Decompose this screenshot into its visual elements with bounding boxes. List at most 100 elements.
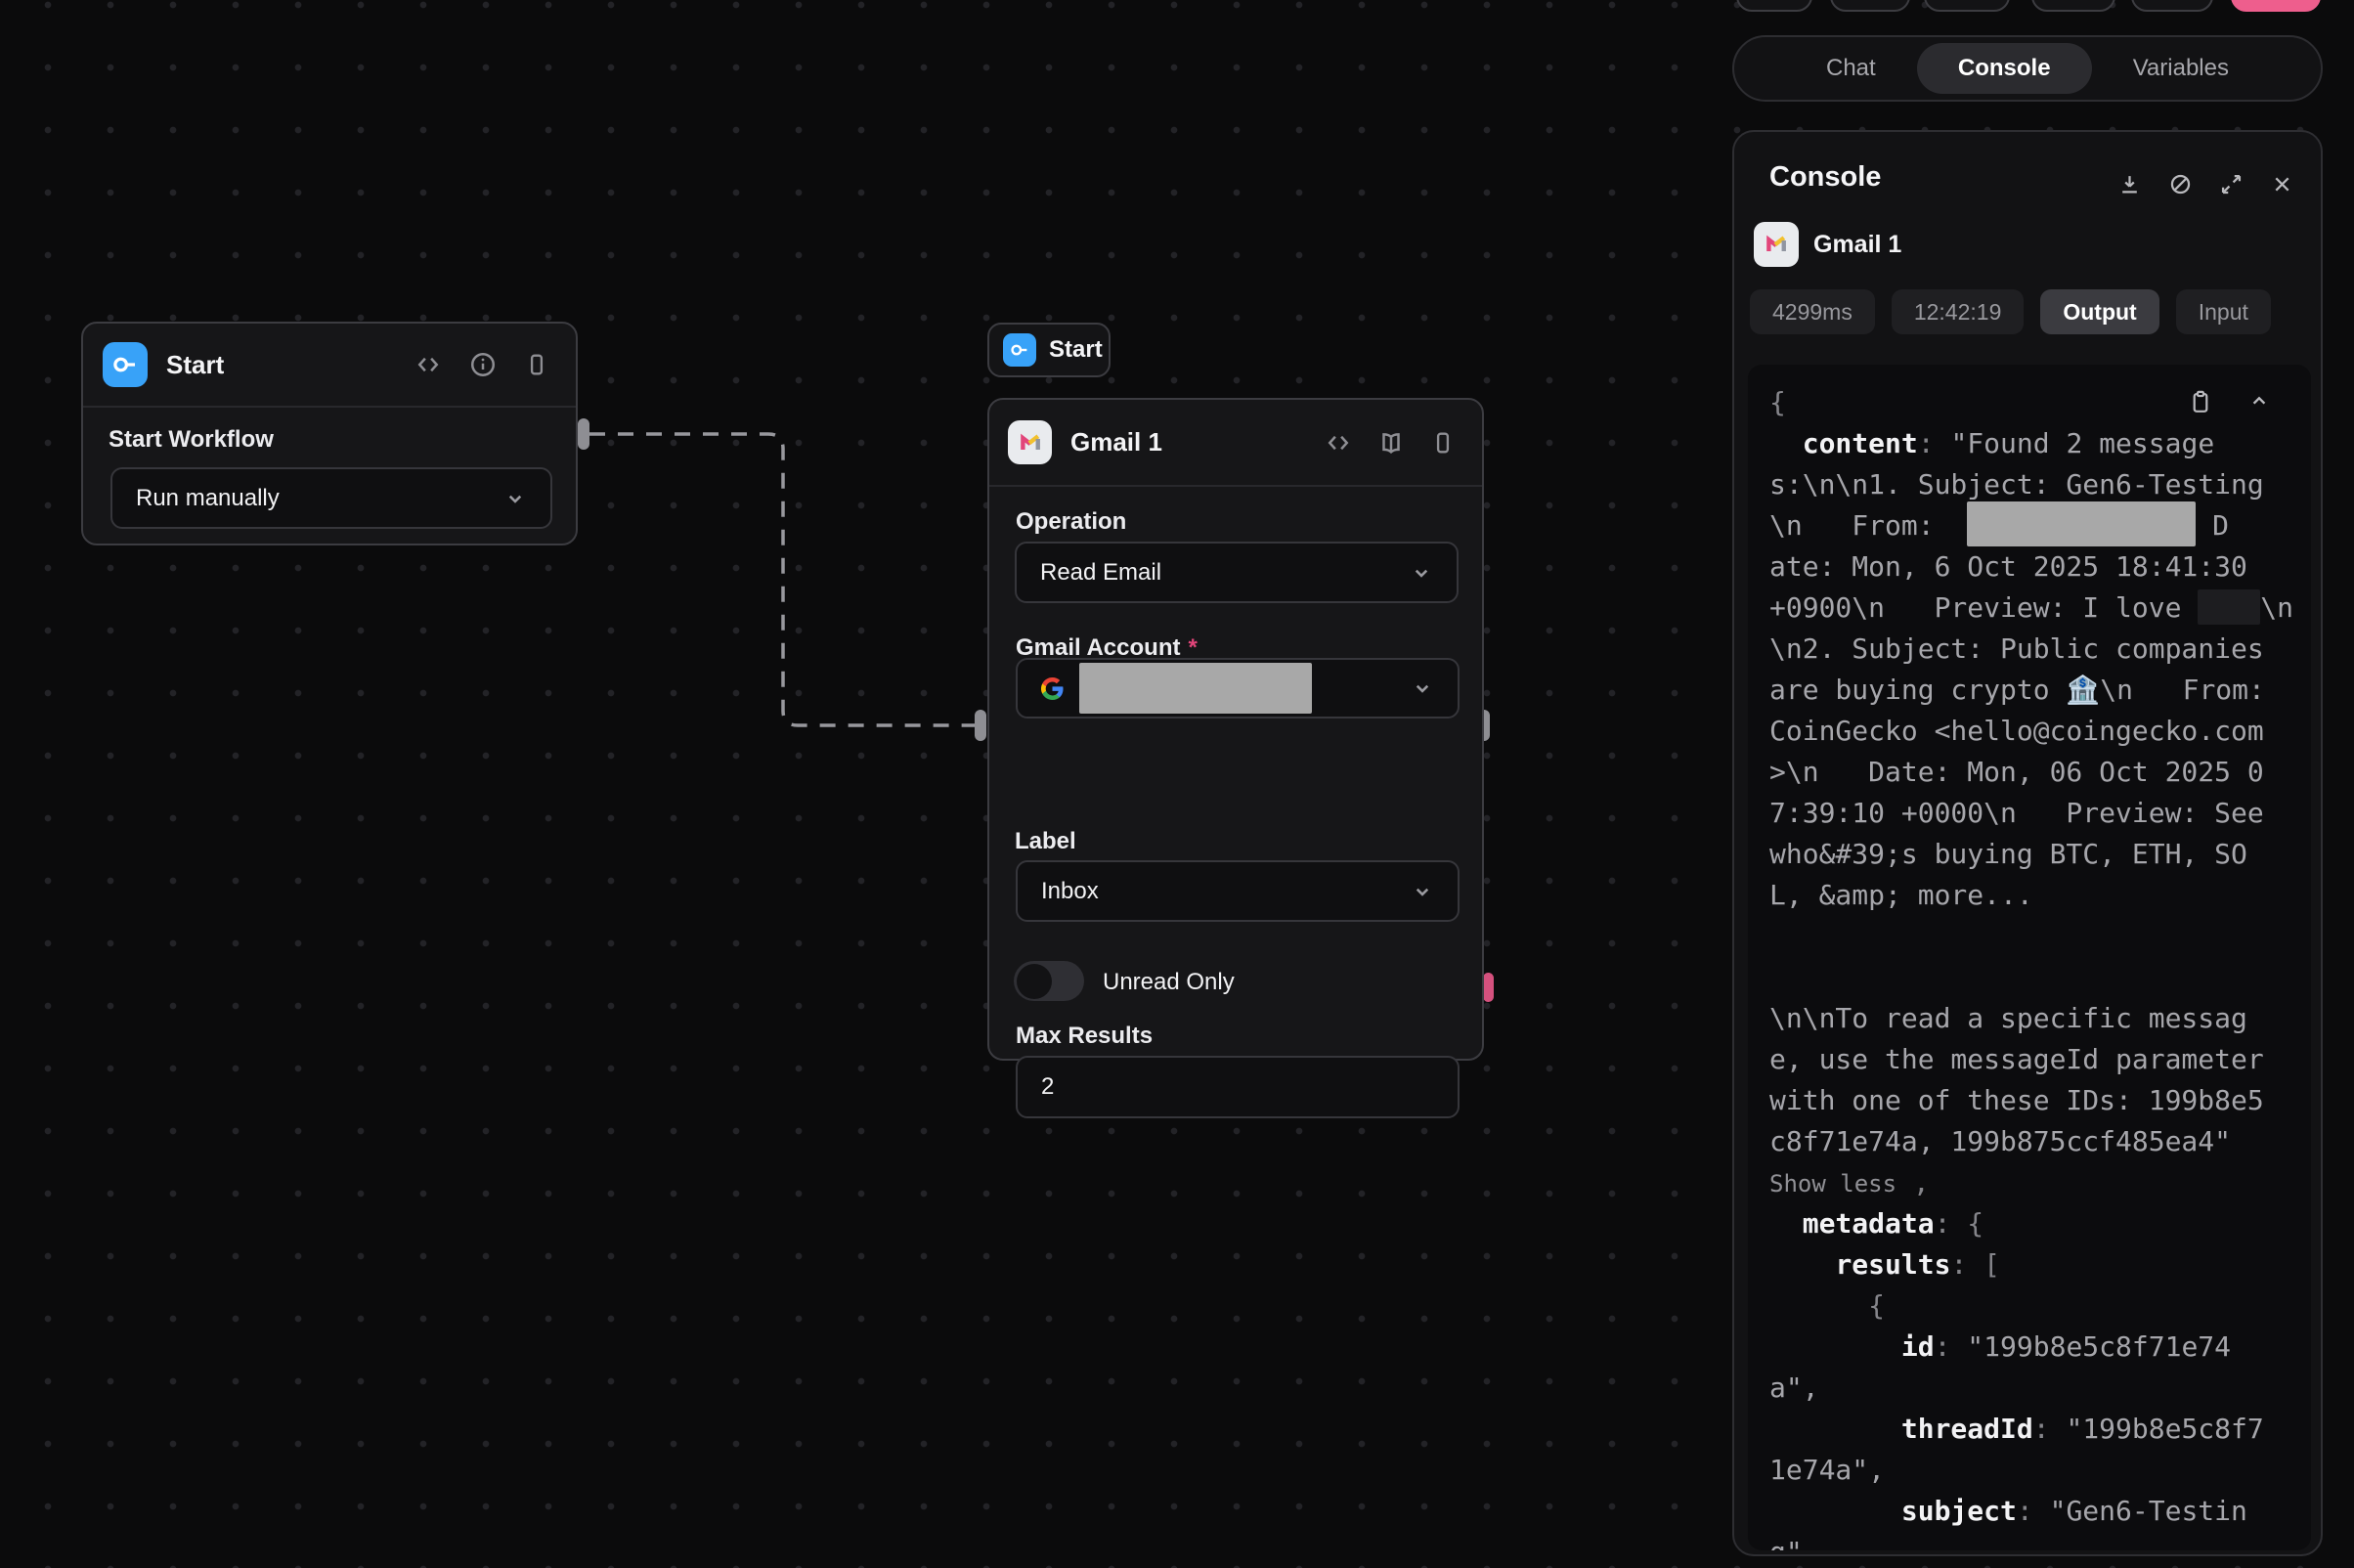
redaction-box-light <box>1967 501 2196 546</box>
console-json-line: \n From: D <box>1769 505 2303 546</box>
console-json-line: who&#39;s buying BTC, ETH, SO <box>1769 834 2303 875</box>
toggle-knob <box>1017 964 1052 999</box>
console-json-line: L, &amp; more... <box>1769 875 2303 916</box>
console-json-line: e, use the messageId parameter <box>1769 1039 2303 1080</box>
toolbar-button-3[interactable] <box>1924 0 2010 12</box>
console-json-line <box>1769 957 2303 998</box>
console-json-line: Show less , <box>1769 1162 2303 1203</box>
console-json-line: subject: "Gen6-Testin <box>1769 1491 2303 1532</box>
gmail-account-select[interactable] <box>1016 658 1460 719</box>
output-tab[interactable]: Output <box>2040 289 2158 334</box>
tab-chat[interactable]: Chat <box>1785 43 1917 94</box>
gmail-node-title: Gmail 1 <box>1070 427 1162 457</box>
chevron-down-icon <box>1408 559 1435 587</box>
toolbar-button-1[interactable] <box>1736 0 1812 12</box>
expand-icon[interactable] <box>2218 171 2245 197</box>
collapse-chevron-up-icon[interactable] <box>2246 388 2272 415</box>
console-output-block[interactable]: { content: "Found 2 messages:\n\n1. Subj… <box>1748 365 2311 1550</box>
gmail-node-input-handle[interactable] <box>975 710 986 741</box>
console-json-line: are buying crypto 🏦\n From: <box>1769 670 2303 711</box>
tab-variables[interactable]: Variables <box>2092 43 2270 94</box>
start-node-title: Start <box>166 350 224 380</box>
toolbar-button-4[interactable] <box>2031 0 2115 12</box>
phone-icon[interactable] <box>1429 429 1457 457</box>
operation-select[interactable]: Read Email <box>1015 542 1459 603</box>
info-icon[interactable] <box>468 350 498 379</box>
console-json-line: \n2. Subject: Public companies <box>1769 629 2303 670</box>
unread-only-toggle[interactable] <box>1014 961 1084 1001</box>
start-chip-icon <box>1003 333 1036 367</box>
google-logo-icon <box>1041 677 1064 700</box>
duration-badge: 4299ms <box>1750 289 1875 334</box>
toolbar-button-pink[interactable] <box>2231 0 2321 12</box>
console-node-row: Gmail 1 <box>1754 222 1901 267</box>
timestamp-badge: 12:42:19 <box>1892 289 2025 334</box>
console-node-name: Gmail 1 <box>1813 231 1901 259</box>
toolbar-button-2[interactable] <box>1830 0 1910 12</box>
start-workflow-select[interactable]: Run manually <box>110 467 552 529</box>
operation-select-value: Read Email <box>1040 559 1161 587</box>
clear-ban-icon[interactable] <box>2167 171 2194 197</box>
console-json-line: >\n Date: Mon, 06 Oct 2025 0 <box>1769 752 2303 793</box>
console-json-line: metadata: { <box>1769 1203 2303 1244</box>
download-icon[interactable] <box>2116 171 2143 197</box>
docs-book-icon[interactable] <box>1376 428 1406 457</box>
redaction-box-dark <box>2198 589 2260 625</box>
console-json-line: CoinGecko <hello@coingecko.com <box>1769 711 2303 752</box>
console-json-line: results: [ <box>1769 1244 2303 1285</box>
start-node-icon <box>103 342 148 387</box>
gmail-node-header: Gmail 1 <box>989 400 1482 487</box>
max-results-value: 2 <box>1041 1073 1054 1101</box>
gmail-account-redacted-value <box>1079 663 1312 714</box>
console-json-output: { content: "Found 2 messages:\n\n1. Subj… <box>1769 382 2303 1550</box>
label-select-value: Inbox <box>1041 878 1099 905</box>
console-json-line: c8f71e74a, 199b875ccf485ea4" <box>1769 1121 2303 1162</box>
console-json-line: s:\n\n1. Subject: Gen6-Testing <box>1769 464 2303 505</box>
start-workflow-select-value: Run manually <box>136 485 280 512</box>
gmail-node-pink-handle[interactable] <box>1483 973 1494 1002</box>
console-json-line: 7:39:10 +0000\n Preview: See <box>1769 793 2303 834</box>
show-less-link[interactable]: Show less <box>1769 1170 1896 1198</box>
console-json-line: ate: Mon, 6 Oct 2025 18:41:30 <box>1769 546 2303 588</box>
chevron-down-icon <box>501 485 529 512</box>
chevron-down-icon <box>1409 878 1436 905</box>
start-node[interactable]: Start Start Workflow Run manually <box>81 322 578 545</box>
gmail-node[interactable]: Gmail 1 Operation Read Email <box>987 398 1484 1061</box>
close-icon[interactable] <box>2269 171 2295 197</box>
label-label: Label <box>1015 828 1076 855</box>
workflow-canvas[interactable]: Start Start Workflow Run manually <box>0 0 2354 1568</box>
max-results-input[interactable]: 2 <box>1016 1056 1460 1118</box>
start-node-output-handle[interactable] <box>578 418 589 450</box>
console-json-line: id: "199b8e5c8f71e74 <box>1769 1327 2303 1368</box>
start-chip[interactable]: Start <box>987 323 1111 377</box>
phone-icon[interactable] <box>523 351 550 378</box>
console-title: Console <box>1769 161 1881 194</box>
panel-tab-bar: ChatConsoleVariables <box>1732 35 2323 102</box>
console-json-line: \n\nTo read a specific messag <box>1769 998 2303 1039</box>
console-panel: Console Gmail 1 <box>1732 130 2323 1556</box>
code-icon[interactable] <box>414 350 443 379</box>
console-json-line: +0900\n Preview: I love \n <box>1769 588 2303 629</box>
console-json-line: threadId: "199b8e5c8f7 <box>1769 1409 2303 1450</box>
operation-label: Operation <box>1016 508 1126 536</box>
start-chip-label: Start <box>1049 336 1103 364</box>
chevron-down-icon <box>1409 675 1436 702</box>
unread-only-label: Unread Only <box>1103 969 1235 996</box>
code-icon[interactable] <box>1324 428 1353 457</box>
toolbar-button-5[interactable] <box>2131 0 2213 12</box>
console-json-line: with one of these IDs: 199b8e5 <box>1769 1080 2303 1121</box>
required-asterisk: * <box>1188 634 1197 661</box>
start-node-header: Start <box>83 324 576 408</box>
console-json-line: g", <box>1769 1532 2303 1550</box>
copy-clipboard-icon[interactable] <box>2187 388 2214 415</box>
console-json-line: { <box>1769 1285 2303 1327</box>
label-select[interactable]: Inbox <box>1016 860 1460 922</box>
console-json-line: a", <box>1769 1368 2303 1409</box>
gmail-icon <box>1008 420 1052 464</box>
tab-console[interactable]: Console <box>1917 43 2092 94</box>
max-results-label: Max Results <box>1016 1023 1153 1050</box>
console-json-line: 1e74a", <box>1769 1450 2303 1491</box>
console-json-line <box>1769 916 2303 957</box>
input-tab[interactable]: Input <box>2176 289 2271 334</box>
start-workflow-label: Start Workflow <box>109 426 274 454</box>
